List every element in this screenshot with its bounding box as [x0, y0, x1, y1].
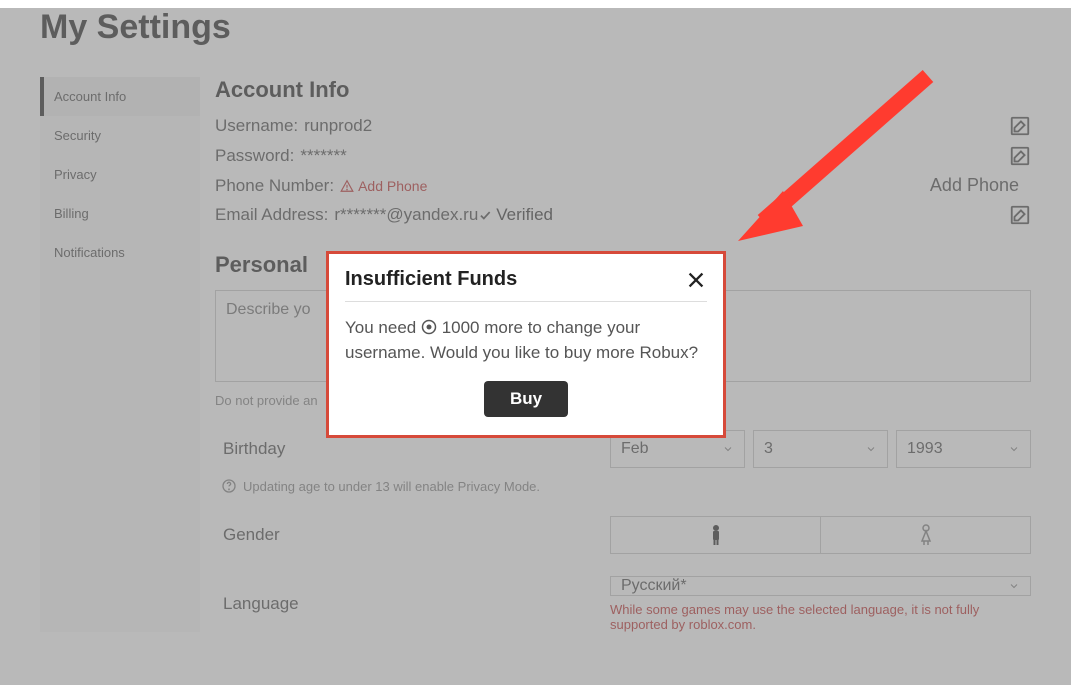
- password-row: Password: *******: [215, 145, 1031, 167]
- sidebar-item-privacy[interactable]: Privacy: [40, 155, 200, 194]
- password-label: Password:: [215, 146, 294, 166]
- birthday-label: Birthday: [215, 439, 610, 459]
- gender-row: Gender: [215, 516, 1031, 554]
- verified-check-icon: [478, 208, 492, 222]
- username-row: Username: runprod2: [215, 115, 1031, 137]
- email-label: Email Address:: [215, 205, 328, 225]
- language-row: Language Русский* While some games may u…: [215, 576, 1031, 632]
- birthday-day-select[interactable]: 3: [753, 430, 888, 468]
- birthday-note-text: Updating age to under 13 will enable Pri…: [243, 479, 540, 494]
- account-info-heading: Account Info: [215, 77, 1031, 103]
- female-icon: [918, 524, 934, 546]
- birthday-note: Updating age to under 13 will enable Pri…: [215, 478, 1031, 494]
- page-title: My Settings: [40, 8, 1071, 47]
- edit-username-icon[interactable]: [1009, 115, 1031, 137]
- modal-body: You need 1000 more to change your userna…: [345, 302, 707, 373]
- add-phone-link[interactable]: Add Phone: [340, 178, 427, 194]
- buy-button[interactable]: Buy: [484, 381, 568, 417]
- username-label: Username:: [215, 116, 298, 136]
- insufficient-funds-modal: Insufficient Funds You need 1000 more to…: [326, 251, 726, 438]
- question-icon: [221, 478, 237, 494]
- modal-title: Insufficient Funds: [345, 268, 517, 291]
- birthday-year-value: 1993: [907, 440, 943, 458]
- edit-password-icon[interactable]: [1009, 145, 1031, 167]
- birthday-year-select[interactable]: 1993: [896, 430, 1031, 468]
- robux-icon: [421, 319, 437, 335]
- email-value: r*******@yandex.ru: [334, 205, 478, 225]
- phone-row: Phone Number: Add Phone Add Phone: [215, 175, 1031, 196]
- chevron-down-icon: [722, 443, 734, 455]
- email-row: Email Address: r*******@yandex.ru Verifi…: [215, 204, 1031, 226]
- sidebar-item-security[interactable]: Security: [40, 116, 200, 155]
- sidebar-item-account-info[interactable]: Account Info: [40, 77, 200, 116]
- modal-body-prefix: You need: [345, 318, 421, 337]
- language-select[interactable]: Русский*: [610, 576, 1031, 596]
- chevron-down-icon: [865, 443, 877, 455]
- modal-amount: 1000: [442, 318, 480, 337]
- chevron-down-icon: [1008, 443, 1020, 455]
- birthday-month-value: Feb: [621, 440, 649, 458]
- language-value: Русский*: [621, 577, 687, 595]
- birthday-day-value: 3: [764, 440, 773, 458]
- chevron-down-icon: [1008, 580, 1020, 592]
- sidebar-item-notifications[interactable]: Notifications: [40, 233, 200, 272]
- gender-female-button[interactable]: [820, 516, 1031, 554]
- username-value: runprod2: [304, 116, 372, 136]
- sidebar-item-billing[interactable]: Billing: [40, 194, 200, 233]
- language-warning: While some games may use the selected la…: [610, 602, 1031, 632]
- male-icon: [709, 524, 723, 546]
- password-value: *******: [300, 146, 346, 166]
- phone-label: Phone Number:: [215, 176, 334, 196]
- add-phone-button[interactable]: Add Phone: [930, 175, 1019, 196]
- edit-email-icon[interactable]: [1009, 204, 1031, 226]
- add-phone-link-label: Add Phone: [358, 178, 427, 194]
- gender-male-button[interactable]: [610, 516, 820, 554]
- gender-label: Gender: [215, 525, 610, 545]
- sidebar: Account Info Security Privacy Billing No…: [40, 77, 200, 632]
- warning-icon: [340, 179, 354, 193]
- verified-label: Verified: [496, 205, 553, 225]
- close-icon[interactable]: [685, 269, 707, 291]
- language-label: Language: [215, 594, 610, 614]
